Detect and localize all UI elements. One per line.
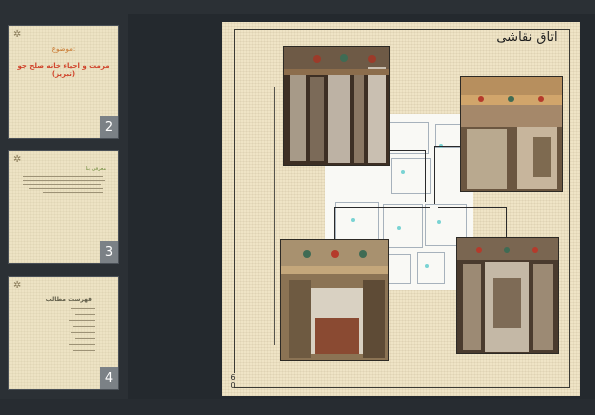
connector-line — [334, 207, 335, 239]
text-line — [23, 184, 101, 185]
text-line — [71, 332, 95, 333]
text-line — [75, 338, 95, 339]
connector-line — [438, 207, 506, 208]
slide-number-badge: 3 — [100, 241, 118, 263]
text-line — [69, 344, 95, 345]
plan-marker — [397, 226, 401, 230]
slide-thumbnail-panel[interactable]: ✲ موضوع: مرمت و احیاء خانه صلح جو (تبریز… — [0, 14, 128, 399]
thumbnail-title: مرمت و احیاء خانه صلح جو (تبریز) — [17, 62, 110, 78]
corner-ornament-icon: ✲ — [13, 154, 22, 165]
text-line — [71, 308, 95, 309]
slide-title: اتاق نقاشی — [496, 30, 558, 45]
ceiling-photo-image — [461, 77, 562, 191]
connector-line — [434, 146, 460, 147]
text-line — [43, 192, 103, 193]
current-slide[interactable]: اتاق نقاشی 6 0 — [222, 22, 580, 396]
text-line — [23, 180, 105, 181]
thumbnail-heading: معرفی بنا — [85, 166, 106, 172]
alcove-photo-image — [457, 238, 558, 353]
plan-marker — [425, 264, 429, 268]
top-toolbar — [0, 0, 595, 14]
thumbnail-subtitle: موضوع: — [51, 45, 76, 53]
doors-photo-image — [284, 47, 389, 165]
thumbnail-heading: فهرست مطالب — [45, 296, 92, 303]
slide-thumbnail-3[interactable]: ✲ معرفی بنا 3 — [9, 151, 118, 263]
connector-line — [334, 207, 430, 208]
painted-room-doors-photo — [283, 46, 390, 166]
plan-room — [417, 252, 445, 284]
plan-room — [383, 204, 423, 248]
slide-frame-right — [569, 29, 570, 387]
slide-number-badge: 2 — [100, 116, 118, 138]
slide-page-number: 6 0 — [230, 373, 236, 390]
text-line — [73, 350, 95, 351]
slide-thumbnail-4[interactable]: ✲ فهرست مطالب 4 — [9, 277, 118, 389]
plan-marker — [351, 218, 355, 222]
text-line — [29, 188, 103, 189]
slide-frame-left — [234, 29, 235, 373]
painted-room-window-photo — [280, 239, 389, 361]
text-line — [75, 314, 95, 315]
text-line — [23, 176, 103, 177]
painted-room-ceiling-photo — [460, 76, 563, 192]
window-photo-image — [281, 240, 388, 360]
corner-ornament-icon: ✲ — [13, 280, 22, 291]
painted-room-alcove-photo — [456, 237, 559, 354]
connector-line — [425, 150, 426, 202]
text-line — [69, 320, 95, 321]
slide-frame-bottom — [234, 387, 570, 388]
plan-marker — [401, 170, 405, 174]
text-line — [73, 326, 95, 327]
connector-line — [388, 150, 426, 151]
connector-line — [506, 207, 507, 237]
corner-ornament-icon: ✲ — [13, 29, 22, 40]
slide-thumbnail-2[interactable]: ✲ موضوع: مرمت و احیاء خانه صلح جو (تبریز… — [9, 26, 118, 138]
status-bar — [0, 399, 595, 415]
connector-line — [434, 146, 435, 204]
inner-guide-line — [274, 87, 275, 345]
slide-number-badge: 4 — [100, 367, 118, 389]
plan-marker — [437, 220, 441, 224]
